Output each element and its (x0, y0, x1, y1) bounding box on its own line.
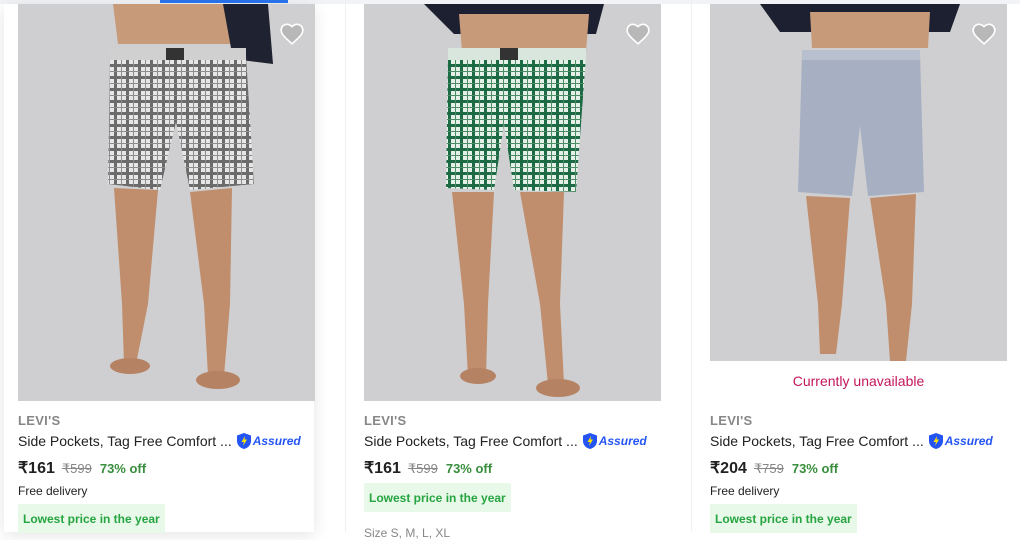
product-title-row[interactable]: Side Pockets, Tag Free Comfort ... Assur… (364, 432, 647, 450)
product-title[interactable]: Side Pockets, Tag Free Comfort ... (18, 433, 232, 449)
price-row: ₹161 ₹599 73% off (364, 458, 492, 478)
wishlist-button[interactable] (277, 18, 307, 48)
lowest-price-badge: Lowest price in the year (364, 483, 511, 512)
product-image[interactable] (18, 4, 315, 401)
original-price: ₹599 (61, 461, 92, 476)
heart-icon (626, 23, 650, 45)
availability-status: Currently unavailable (792, 373, 925, 389)
product-brand: LEVI'S (18, 413, 61, 428)
heart-icon (280, 23, 304, 45)
product-photo-drawing (760, 4, 960, 361)
assured-badge: Assured (236, 432, 301, 450)
selling-price: ₹161 (18, 460, 55, 477)
product-photo-drawing (108, 4, 273, 389)
assured-label: Assured (944, 434, 993, 448)
product-brand: LEVI'S (710, 413, 753, 428)
product-card[interactable]: Currently unavailable LEVI'S Side Pocket… (696, 4, 1007, 533)
price-row: ₹204 ₹759 73% off (710, 458, 838, 478)
assured-badge: Assured (582, 432, 647, 450)
delivery-info: Free delivery (710, 484, 780, 498)
wishlist-button[interactable] (623, 18, 653, 48)
selling-price: ₹161 (364, 460, 401, 477)
column-divider (345, 0, 346, 532)
product-brand: LEVI'S (364, 413, 407, 428)
lowest-price-badge: Lowest price in the year (710, 504, 857, 533)
product-title[interactable]: Side Pockets, Tag Free Comfort ... (710, 433, 924, 449)
original-price: ₹599 (407, 461, 438, 476)
column-divider (691, 0, 692, 532)
assured-shield-icon (582, 433, 597, 449)
active-tab-indicator (160, 0, 288, 3)
available-sizes: Size S, M, L, XL (364, 526, 451, 540)
product-title-row[interactable]: Side Pockets, Tag Free Comfort ... Assur… (18, 432, 301, 450)
original-price: ₹759 (753, 461, 784, 476)
heart-icon (972, 23, 996, 45)
assured-badge: Assured (928, 432, 993, 450)
discount-percent: 73% off (445, 461, 493, 476)
assured-label: Assured (252, 434, 301, 448)
assured-shield-icon (928, 433, 943, 449)
wishlist-button[interactable] (969, 18, 999, 48)
selling-price: ₹204 (710, 460, 747, 477)
price-row: ₹161 ₹599 73% off (18, 458, 146, 478)
discount-percent: 73% off (791, 461, 839, 476)
assured-label: Assured (598, 434, 647, 448)
product-title[interactable]: Side Pockets, Tag Free Comfort ... (364, 433, 578, 449)
product-card[interactable]: LEVI'S Side Pockets, Tag Free Comfort ..… (350, 4, 661, 540)
product-photo-drawing (424, 4, 604, 397)
assured-shield-icon (236, 433, 251, 449)
delivery-info: Free delivery (18, 484, 88, 498)
product-title-row[interactable]: Side Pockets, Tag Free Comfort ... Assur… (710, 432, 993, 450)
product-card[interactable]: LEVI'S Side Pockets, Tag Free Comfort ..… (4, 4, 315, 533)
product-image[interactable] (710, 4, 1007, 361)
product-image[interactable] (364, 4, 661, 401)
discount-percent: 73% off (99, 461, 147, 476)
lowest-price-badge: Lowest price in the year (18, 504, 165, 533)
